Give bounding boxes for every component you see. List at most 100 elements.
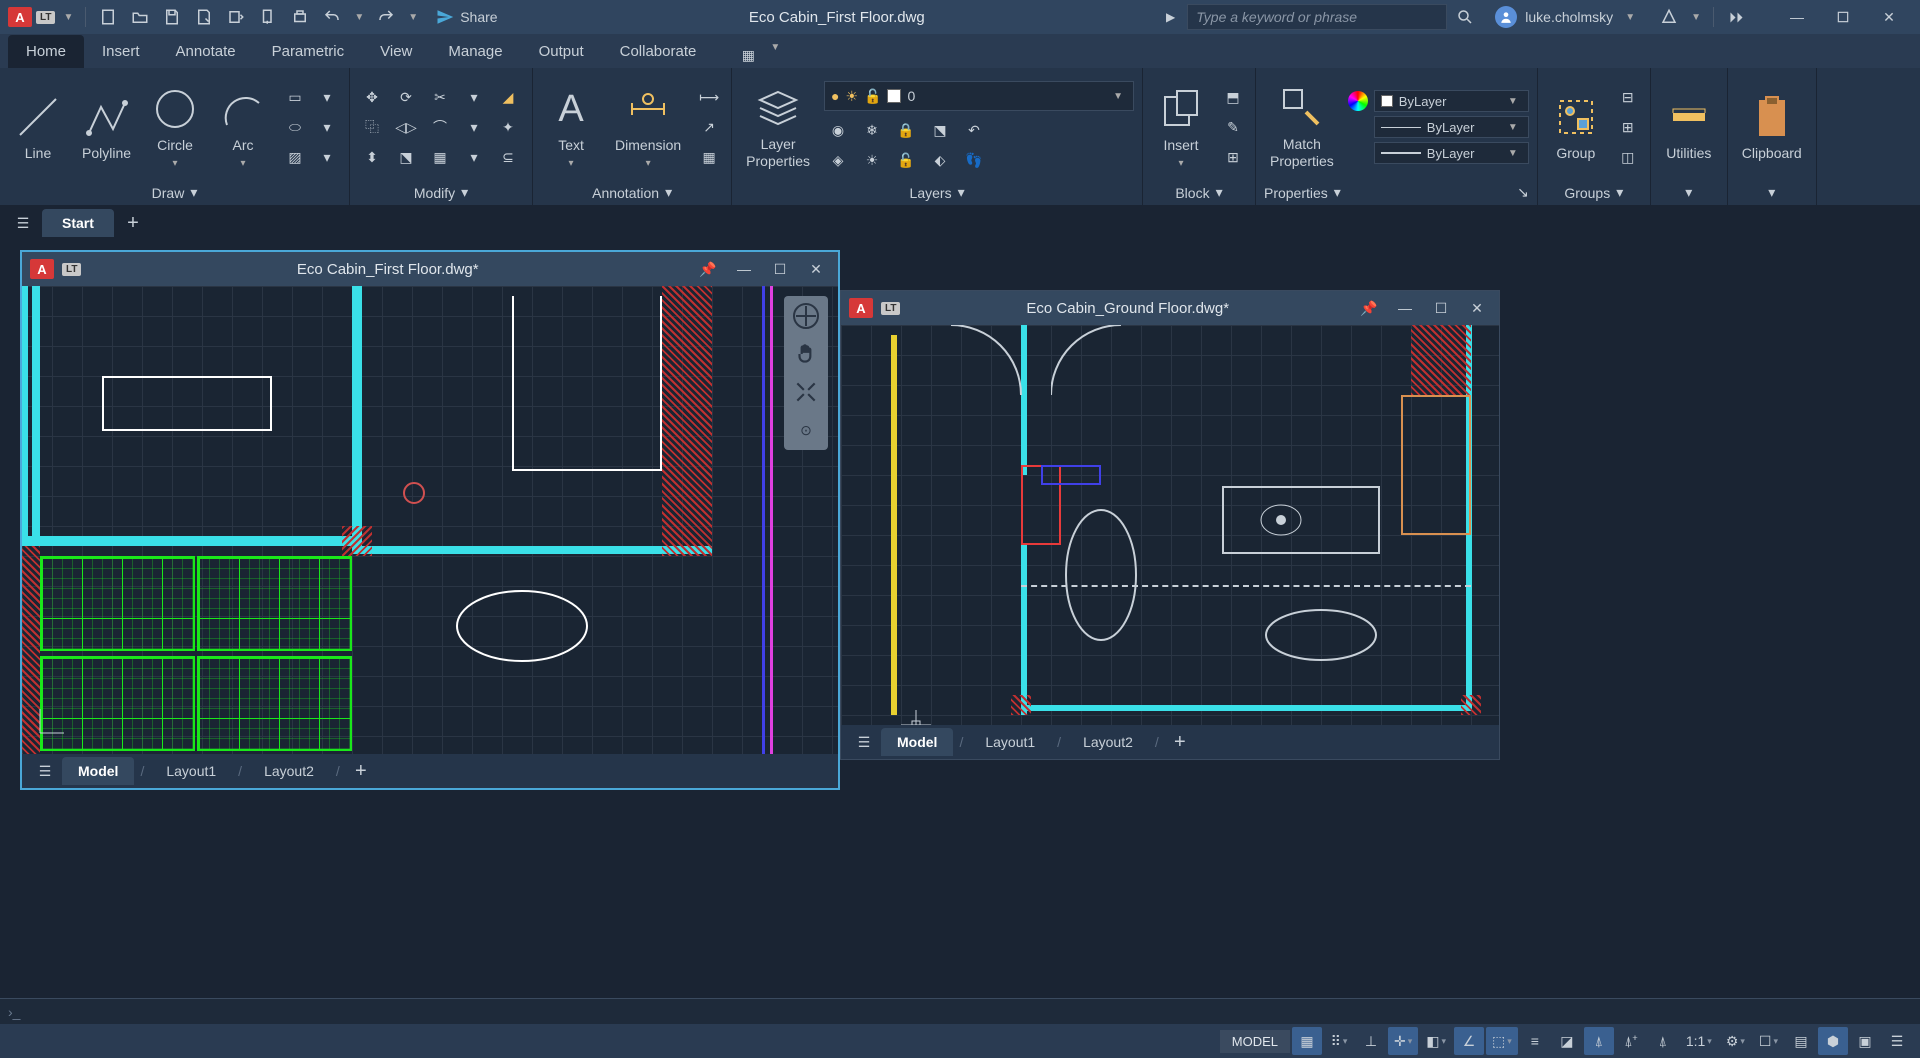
status-annoscale-icon[interactable]: ⍋ [1584,1027,1614,1055]
win2-add-layout-button[interactable]: + [1165,727,1195,757]
nav-orbit-icon[interactable]: ⊙ [788,414,824,446]
tool-group[interactable]: Group [1546,89,1606,166]
copy-icon[interactable]: ⿻ [358,114,386,140]
search-icon[interactable] [1451,3,1479,31]
tab-annotate[interactable]: Annotate [158,35,254,68]
rotate-icon[interactable]: ⟳ [392,84,420,110]
block-attr-icon[interactable]: ⊞ [1219,144,1247,170]
mirror-icon[interactable]: ◁▷ [392,114,420,140]
status-ortho-icon[interactable]: ⊥ [1356,1027,1386,1055]
fillet-icon[interactable]: ⌒ [426,114,454,140]
status-quickprops-icon[interactable]: ▤ [1786,1027,1816,1055]
share-button[interactable]: Share [426,8,507,26]
save-icon[interactable] [158,3,186,31]
tool-line[interactable]: Line [8,89,68,166]
plot-icon[interactable] [286,3,314,31]
offset-icon[interactable]: ⊆ [494,144,522,170]
win1-maximize-button[interactable]: ☐ [766,255,794,283]
win2-layout2[interactable]: Layout2 [1067,728,1149,756]
layer-prev-icon[interactable]: ↶ [960,117,988,143]
open-icon[interactable] [126,3,154,31]
win1-minimize-button[interactable]: — [730,255,758,283]
win1-layout2[interactable]: Layout2 [248,757,330,785]
window-ground-floor[interactable]: A LT Eco Cabin_Ground Floor.dwg* 📌 — ☐ ✕ [840,290,1500,760]
window-first-floor[interactable]: A LT Eco Cabin_First Floor.dwg* 📌 — ☐ ✕ [20,250,840,790]
win2-minimize-button[interactable]: — [1391,294,1419,322]
rectangle-icon[interactable]: ▭ [281,84,309,110]
win2-close-button[interactable]: ✕ [1463,294,1491,322]
scale-icon[interactable]: ⬔ [392,144,420,170]
win1-layout1[interactable]: Layout1 [150,757,232,785]
stretch-icon[interactable]: ⬍ [358,144,386,170]
search-input[interactable]: Type a keyword or phrase [1187,4,1447,30]
user-menu[interactable]: luke.cholmsky ▼ [1483,6,1651,28]
panel-draw-label[interactable]: Draw ▾ [8,180,341,205]
tool-layer-properties[interactable]: Layer Properties [740,80,816,174]
table-icon[interactable]: ▦ [695,144,723,170]
win2-pin-icon[interactable]: 📌 [1355,294,1383,322]
win1-layout-menu-icon[interactable]: ☰ [30,756,60,786]
tab-home[interactable]: Home [8,35,84,68]
ellipse-dropdown-icon[interactable]: ▾ [313,114,341,140]
win2-maximize-button[interactable]: ☐ [1427,294,1455,322]
nav-compass-icon[interactable] [788,300,824,332]
status-annovisibility-icon[interactable]: ⍋⁺ [1616,1027,1646,1055]
explode-icon[interactable]: ✦ [494,114,522,140]
layer-off-icon[interactable]: ◉ [824,117,852,143]
ellipse-icon[interactable]: ⬭ [281,114,309,140]
tool-arc[interactable]: Arc▾ [213,81,273,173]
status-isodraft-icon[interactable]: ◧▾ [1420,1027,1452,1055]
new-icon[interactable] [94,3,122,31]
saveas-icon[interactable] [190,3,218,31]
open-web-icon[interactable] [222,3,250,31]
panel-clipboard-label[interactable]: ▾ [1736,180,1808,205]
layer-change-icon[interactable]: ⬖ [926,147,954,173]
color-wheel-icon[interactable] [1348,91,1368,111]
create-block-icon[interactable]: ⬒ [1219,84,1247,110]
layer-match-icon[interactable]: ⬔ [926,117,954,143]
array-dropdown-icon[interactable]: ▾ [460,144,488,170]
tool-circle[interactable]: Circle▾ [145,81,205,173]
layer-lock-icon[interactable]: 🔒 [892,117,920,143]
tool-dimension[interactable]: Dimension▾ [609,81,687,173]
app-dropdown-icon[interactable]: ▼ [1687,12,1705,23]
layer-freeze-icon[interactable]: ❄ [858,117,886,143]
status-gear-icon[interactable]: ⚙▾ [1720,1027,1751,1055]
undo-icon[interactable] [318,3,346,31]
layer-thaw-icon[interactable]: ☀ [858,147,886,173]
leader-icon[interactable]: ↗ [695,114,723,140]
win1-canvas[interactable]: ⊙ [22,286,838,754]
panel-modify-label[interactable]: Modify ▾ [358,180,524,205]
status-autoscale-icon[interactable]: ⍋ [1648,1027,1678,1055]
minimize-button[interactable]: — [1774,2,1820,32]
win2-canvas[interactable] [841,325,1499,725]
linear-dim-icon[interactable]: ⟼ [695,84,723,110]
app-menu-dropdown-icon[interactable]: ▼ [59,12,77,23]
color-selector[interactable]: ByLayer▼ [1374,90,1529,112]
layer-walk-icon[interactable]: 👣 [960,147,988,173]
layer-selector[interactable]: ●☀🔓 0 ▼ [824,81,1134,111]
tab-view[interactable]: View [362,35,430,68]
autodesk-app-icon[interactable] [1655,3,1683,31]
array-icon[interactable]: ▦ [426,144,454,170]
expand-icon[interactable]: ⏵⏵ [1722,3,1750,31]
tab-output[interactable]: Output [521,35,602,68]
hatch-icon[interactable]: ▨ [281,144,309,170]
new-tab-button[interactable]: + [118,208,148,238]
close-button[interactable]: ✕ [1866,2,1912,32]
tool-match-properties[interactable]: Match Properties [1264,80,1340,174]
layer-unlock-icon[interactable]: 🔓 [892,147,920,173]
win1-close-button[interactable]: ✕ [802,255,830,283]
tool-utilities[interactable]: Utilities [1659,89,1719,166]
command-bar[interactable]: ›_ [0,998,1920,1024]
status-model-button[interactable]: MODEL [1220,1030,1290,1053]
redo-icon[interactable] [372,3,400,31]
lineweight-selector[interactable]: ByLayer▼ [1374,116,1529,138]
status-snap-icon[interactable]: ⠿▾ [1324,1027,1354,1055]
win1-layout-model[interactable]: Model [62,757,134,785]
tab-manage[interactable]: Manage [430,35,520,68]
featured-apps-icon[interactable]: ▦ [734,42,762,68]
move-icon[interactable]: ✥ [358,84,386,110]
panel-block-label[interactable]: Block ▾ [1151,180,1247,205]
file-menu-icon[interactable]: ☰ [8,208,38,238]
